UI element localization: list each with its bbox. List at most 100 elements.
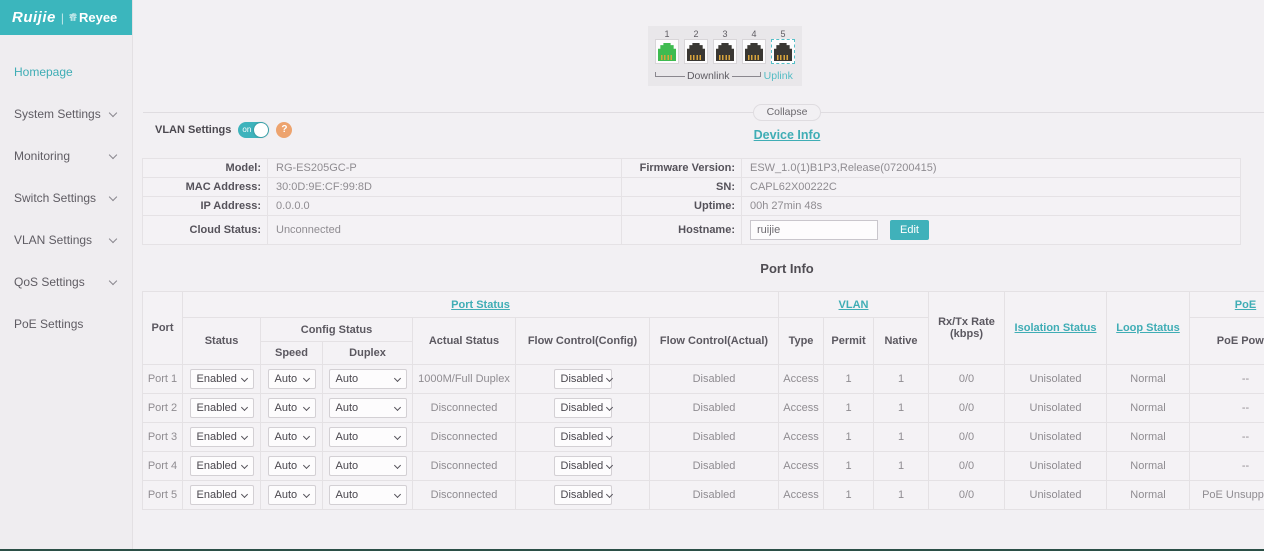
chevron-down-icon [109, 235, 117, 243]
col-flow-control-config: Flow Control(Config) [516, 318, 650, 365]
port-5-rj45-icon[interactable] [771, 39, 795, 64]
speed-select-port-5[interactable]: Auto [268, 485, 316, 505]
speed-select-port-1[interactable]: Auto [268, 369, 316, 389]
cloud-status-label: Cloud Status: [143, 216, 268, 245]
chevron-down-icon [393, 461, 400, 468]
ip-label: IP Address: [143, 197, 268, 216]
sidebar-item-poe-settings[interactable]: PoE Settings [0, 303, 132, 345]
isolation-status-link[interactable]: Isolation Status [1015, 322, 1097, 334]
status-select-port-1[interactable]: Enabled [190, 369, 254, 389]
downlink-label: Downlink [685, 70, 732, 82]
col-poe-power: PoE Power [1190, 318, 1264, 365]
speed-select-port-3[interactable]: Auto [268, 427, 316, 447]
sidebar-item-monitoring[interactable]: Monitoring [0, 135, 132, 177]
sidebar-item-qos-settings[interactable]: QoS Settings [0, 261, 132, 303]
chevron-down-icon [240, 490, 247, 497]
chevron-down-icon [606, 461, 613, 468]
downlink-bracket: Downlink [655, 66, 761, 82]
chevron-down-icon [302, 490, 309, 497]
status-select-port-5[interactable]: Enabled [190, 485, 254, 505]
mac-value: 30:0D:9E:CF:99:8D [268, 178, 622, 197]
flow-control-select-port-1[interactable]: Disabled [554, 369, 612, 389]
duplex-select-port-3[interactable]: Auto [329, 427, 407, 447]
flow-control-select-port-3[interactable]: Disabled [554, 427, 612, 447]
port-info-table: Port Port Status VLAN Rx/Tx Rate (kbps) … [142, 291, 1264, 510]
duplex-select-port-4[interactable]: Auto [329, 456, 407, 476]
sidebar-item-label: QoS Settings [14, 275, 85, 289]
logo-sub-brand: Reyee [79, 10, 117, 25]
ruijie-reyee-logo: Ruijie | 睿 Reyee [0, 0, 132, 35]
chevron-down-icon [606, 374, 613, 381]
chevron-down-icon [109, 277, 117, 285]
port-1-rj45-icon[interactable] [655, 39, 679, 64]
port-2-rj45-icon[interactable] [684, 39, 708, 64]
chevron-down-icon [302, 461, 309, 468]
logo-divider: | [61, 11, 64, 25]
port-status-link[interactable]: Port Status [451, 299, 510, 311]
col-speed: Speed [261, 342, 323, 365]
vlan-link[interactable]: VLAN [839, 299, 869, 311]
port-4-rj45-icon[interactable] [742, 39, 766, 64]
port-number-label: 3 [713, 29, 737, 39]
sidebar-item-vlan-settings[interactable]: VLAN Settings [0, 219, 132, 261]
flow-control-select-port-4[interactable]: Disabled [554, 456, 612, 476]
chevron-down-icon [393, 403, 400, 410]
select-value: Auto [275, 431, 298, 443]
poe-link[interactable]: PoE [1235, 299, 1256, 311]
table-row: Port 4EnabledAutoAutoDisconnectedDisable… [143, 452, 1264, 481]
table-row: Port 5EnabledAutoAutoDisconnectedDisable… [143, 481, 1264, 510]
firmware-value: ESW_1.0(1)B1P3,Release(07200415) [742, 159, 1241, 178]
chevron-down-icon [393, 374, 400, 381]
port-3-rj45-icon[interactable] [713, 39, 737, 64]
model-label: Model: [143, 159, 268, 178]
table-row: Port 1EnabledAutoAuto1000M/Full DuplexDi… [143, 365, 1264, 394]
select-value: Enabled [197, 460, 237, 472]
chevron-down-icon [302, 374, 309, 381]
sidebar-item-homepage[interactable]: Homepage [0, 51, 132, 93]
status-select-port-4[interactable]: Enabled [190, 456, 254, 476]
select-value: Disabled [561, 489, 604, 501]
flow-control-select-port-5[interactable]: Disabled [554, 485, 612, 505]
chevron-down-icon [606, 490, 613, 497]
duplex-select-port-5[interactable]: Auto [329, 485, 407, 505]
edit-hostname-button[interactable]: Edit [890, 220, 929, 240]
chevron-down-icon [240, 432, 247, 439]
duplex-select-port-1[interactable]: Auto [329, 369, 407, 389]
status-select-port-3[interactable]: Enabled [190, 427, 254, 447]
ip-value: 0.0.0.0 [268, 197, 622, 216]
speed-select-port-2[interactable]: Auto [268, 398, 316, 418]
sidebar-item-label: Switch Settings [14, 191, 96, 205]
port-info-title: Port Info [760, 261, 813, 276]
flow-control-select-port-2[interactable]: Disabled [554, 398, 612, 418]
hostname-input[interactable] [750, 220, 878, 240]
sidebar-item-switch-settings[interactable]: Switch Settings [0, 177, 132, 219]
status-select-port-2[interactable]: Enabled [190, 398, 254, 418]
device-info-link[interactable]: Device Info [754, 128, 821, 142]
select-value: Disabled [561, 402, 604, 414]
main-content: 12345 Downlink Uplink Collapse VLAN Sett… [133, 0, 1264, 551]
port-number-label: 2 [684, 29, 708, 39]
sidebar-item-label: VLAN Settings [14, 233, 92, 247]
port-labels-row: Downlink Uplink [655, 66, 795, 82]
loop-status-link[interactable]: Loop Status [1116, 322, 1180, 334]
mac-label: MAC Address: [143, 178, 268, 197]
port-number-label: 5 [771, 29, 795, 39]
select-value: Enabled [197, 489, 237, 501]
col-status: Status [183, 318, 261, 365]
sidebar-item-system-settings[interactable]: System Settings [0, 93, 132, 135]
collapse-button[interactable]: Collapse [753, 104, 822, 121]
col-port: Port [143, 292, 183, 365]
sn-label: SN: [622, 178, 742, 197]
speed-select-port-4[interactable]: Auto [268, 456, 316, 476]
select-value: Auto [275, 489, 298, 501]
duplex-select-port-2[interactable]: Auto [329, 398, 407, 418]
device-info-table: Model: RG-ES205GC-P Firmware Version: ES… [142, 158, 1241, 245]
col-native: Native [874, 318, 929, 365]
model-value: RG-ES205GC-P [268, 159, 622, 178]
chevron-down-icon [109, 109, 117, 117]
cloud-status-value: Unconnected [268, 216, 622, 245]
firmware-label: Firmware Version: [622, 159, 742, 178]
col-config-status: Config Status [261, 318, 413, 342]
select-value: Auto [336, 402, 359, 414]
col-type: Type [779, 318, 824, 365]
